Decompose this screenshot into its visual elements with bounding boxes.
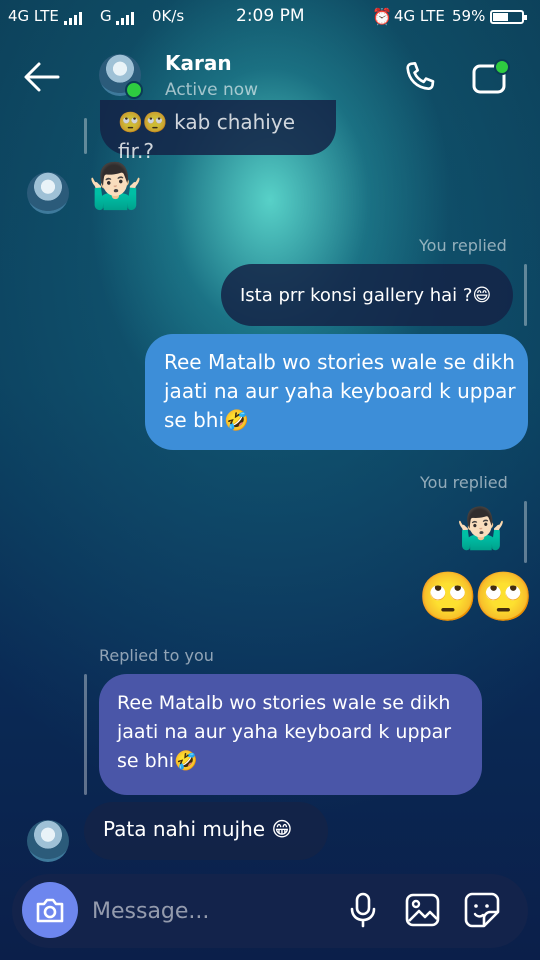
contact-name[interactable]: Karan (165, 51, 232, 75)
camera-icon (36, 898, 64, 923)
video-camera-icon[interactable] (470, 58, 514, 98)
reply-indicator-bar (524, 501, 527, 563)
sender-avatar[interactable] (27, 820, 69, 862)
phone-icon[interactable] (400, 58, 440, 98)
status-bar: 4G LTE G 0K/s 2:09 PM ⏰ 4G LTE 59% (0, 0, 540, 34)
sent-emoji-message[interactable]: 🙄🙄 (418, 568, 534, 625)
received-message[interactable]: Pata nahi mujhe 😁 (84, 802, 328, 860)
reply-indicator-bar (84, 674, 87, 795)
signal-icon-1 (64, 11, 82, 25)
you-replied-label: You replied (420, 473, 508, 492)
quoted-message-partial[interactable]: 🙄🙄 kab chahiye fir.? (100, 100, 336, 163)
you-replied-label: You replied (419, 236, 507, 255)
battery-icon (490, 10, 527, 24)
sticker-icon[interactable] (462, 890, 502, 930)
contact-status: Active now (165, 80, 259, 100)
quoted-message[interactable]: Ree Matalb wo stories wale se dikh jaati… (99, 674, 482, 795)
quoted-message[interactable]: Ista prr konsi gallery hai ?😄 (221, 264, 513, 326)
message-input[interactable] (90, 890, 324, 932)
reply-indicator-bar (84, 118, 87, 154)
replied-to-you-label: Replied to you (99, 646, 214, 665)
reply-indicator-bar (524, 264, 527, 326)
network-speed: 0K/s (152, 7, 185, 25)
sent-message[interactable]: Ree Matalb wo stories wale se dikh jaati… (145, 334, 528, 450)
microphone-icon[interactable] (346, 890, 380, 930)
alarm-icon: ⏰ (372, 7, 392, 26)
image-icon[interactable] (403, 890, 443, 930)
signal-icon-2 (116, 11, 134, 25)
network-label-1: 4G LTE (8, 7, 59, 25)
contact-avatar[interactable] (99, 54, 143, 99)
network-label-3: 4G LTE (394, 7, 445, 25)
sender-avatar[interactable] (27, 172, 69, 214)
battery-percent: 59% (452, 7, 486, 25)
clock: 2:09 PM (236, 6, 305, 26)
online-indicator (125, 81, 143, 99)
shrug-emoji-message[interactable]: 🤷🏻‍♂️ (88, 160, 143, 212)
network-label-2: G (100, 7, 112, 25)
camera-button[interactable] (22, 882, 78, 938)
quoted-shrug-emoji[interactable]: 🤷🏻‍♂️ (456, 505, 506, 552)
arrow-left-icon[interactable] (22, 60, 62, 94)
